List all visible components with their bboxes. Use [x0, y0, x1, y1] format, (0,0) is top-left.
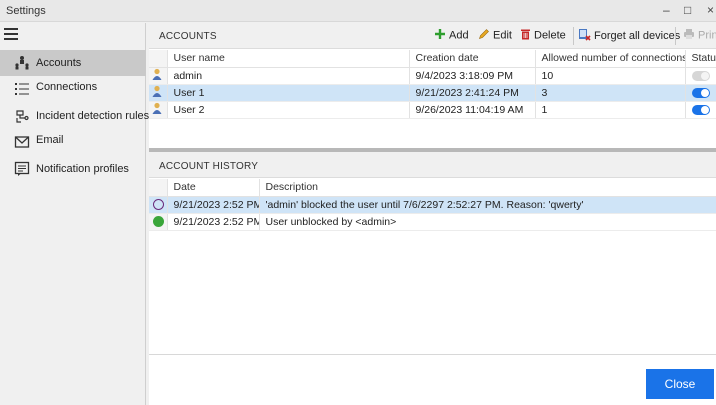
table-header-row: User name Creation date Allowed number o…	[149, 50, 716, 68]
cell-status	[685, 84, 716, 102]
history-table: Date Description 9/21/2023 2:52 PM 'admi…	[149, 179, 716, 231]
user-icon	[149, 84, 168, 102]
minimize-button[interactable]: –	[663, 3, 670, 17]
delete-button[interactable]: Delete	[520, 28, 566, 44]
sidebar-item-incident-detection-rules[interactable]: Incident detection rules	[0, 103, 150, 129]
cell-description: User unblocked by <admin>	[259, 213, 716, 231]
sidebar-item-connections[interactable]: Connections	[0, 76, 146, 102]
trash-icon	[520, 28, 531, 43]
column-header-status[interactable]: Status	[685, 50, 716, 68]
status-toggle[interactable]	[691, 87, 710, 98]
sidebar-item-label: Email	[36, 134, 64, 146]
cell-creation-date: 9/26/2023 11:04:19 AM	[409, 101, 536, 119]
sidebar-item-label: Accounts	[36, 57, 82, 69]
cell-allowed-connections: 10	[535, 67, 686, 85]
toolbar-separator	[573, 27, 574, 45]
cell-user-name: User 2	[167, 101, 410, 119]
printer-icon	[683, 28, 695, 43]
table-header-row: Date Description	[149, 179, 716, 197]
sidebar-item-accounts[interactable]: Accounts	[0, 50, 146, 76]
status-toggle[interactable]	[691, 104, 710, 115]
envelope-icon	[14, 134, 30, 150]
column-header-description[interactable]: Description	[259, 179, 716, 197]
close-button[interactable]: Close	[646, 369, 714, 399]
dialog-footer: Close	[149, 354, 716, 405]
sidebar-item-label: Incident detection rules	[36, 110, 150, 122]
column-header-marker	[149, 179, 168, 197]
window-titlebar: Settings – □ ×	[0, 0, 716, 22]
forget-devices-icon	[578, 28, 591, 44]
sidebar-item-notification-profiles[interactable]: Notification profiles	[0, 156, 146, 182]
unblocked-status-icon	[149, 213, 168, 231]
cell-user-name: admin	[167, 67, 410, 85]
forget-all-devices-button[interactable]: Forget all devices	[578, 28, 680, 44]
edit-button[interactable]: Edit	[478, 28, 512, 44]
sidebar-item-email[interactable]: Email	[0, 129, 146, 155]
table-row[interactable]: User 2 9/26/2023 11:04:19 AM 1	[149, 101, 716, 119]
maximize-button[interactable]: □	[684, 3, 691, 17]
sidebar-item-label: Notification profiles	[36, 163, 129, 175]
cell-description: 'admin' blocked the user until 7/6/2297 …	[259, 196, 716, 214]
column-header-creation-date[interactable]: Creation date	[409, 50, 536, 68]
close-window-button[interactable]: ×	[707, 3, 714, 17]
accounts-icon	[14, 55, 30, 71]
forget-label: Forget all devices	[594, 29, 681, 42]
pencil-icon	[478, 28, 490, 43]
user-icon	[149, 67, 168, 85]
column-header-user-name[interactable]: User name	[167, 50, 410, 68]
cell-creation-date: 9/4/2023 3:18:09 PM	[409, 67, 536, 85]
history-title: ACCOUNT HISTORY	[159, 161, 259, 172]
cell-creation-date: 9/21/2023 2:41:24 PM	[409, 84, 536, 102]
column-header-icon	[149, 50, 168, 68]
print-button[interactable]: Print	[683, 28, 716, 44]
blocked-status-icon	[149, 196, 168, 214]
status-toggle[interactable]	[691, 70, 710, 81]
cell-status	[685, 67, 716, 85]
column-header-allowed-connections[interactable]: Allowed number of connections	[535, 50, 686, 68]
table-row[interactable]: admin 9/4/2023 3:18:09 PM 10	[149, 67, 716, 85]
window-title: Settings	[6, 5, 46, 17]
cell-date: 9/21/2023 2:52 PM	[167, 196, 260, 214]
notification-profile-icon	[14, 161, 30, 177]
add-label: Add	[449, 29, 469, 42]
column-header-date[interactable]: Date	[167, 179, 260, 197]
table-row[interactable]: User 1 9/21/2023 2:41:24 PM 3	[149, 84, 716, 102]
cell-user-name: User 1	[167, 84, 410, 102]
user-icon	[149, 101, 168, 119]
rules-icon	[14, 108, 30, 124]
history-header: ACCOUNT HISTORY	[149, 152, 716, 178]
table-row[interactable]: 9/21/2023 2:52 PM User unblocked by <adm…	[149, 213, 716, 231]
delete-label: Delete	[534, 29, 566, 42]
list-icon	[14, 81, 30, 97]
edit-label: Edit	[493, 29, 512, 42]
accounts-panel: ACCOUNTS Add Edit Delete Forget all devi…	[149, 23, 716, 148]
add-button[interactable]: Add	[434, 28, 469, 44]
account-history-panel: ACCOUNT HISTORY Date Description 9/21/20…	[149, 152, 716, 354]
accounts-title: ACCOUNTS	[159, 31, 217, 42]
cell-date: 9/21/2023 2:52 PM	[167, 213, 260, 231]
sidebar: Accounts Connections Incident detection …	[0, 23, 150, 405]
cell-status	[685, 101, 716, 119]
sidebar-item-label: Connections	[36, 81, 98, 93]
toolbar-separator	[675, 27, 676, 45]
accounts-table: User name Creation date Allowed number o…	[149, 50, 716, 119]
print-label: Print	[698, 29, 716, 42]
plus-icon	[434, 28, 446, 43]
cell-allowed-connections: 3	[535, 84, 686, 102]
accounts-header: ACCOUNTS Add Edit Delete Forget all devi…	[149, 23, 716, 49]
cell-allowed-connections: 1	[535, 101, 686, 119]
hamburger-menu-icon[interactable]	[4, 28, 18, 40]
table-row[interactable]: 9/21/2023 2:52 PM 'admin' blocked the us…	[149, 196, 716, 214]
